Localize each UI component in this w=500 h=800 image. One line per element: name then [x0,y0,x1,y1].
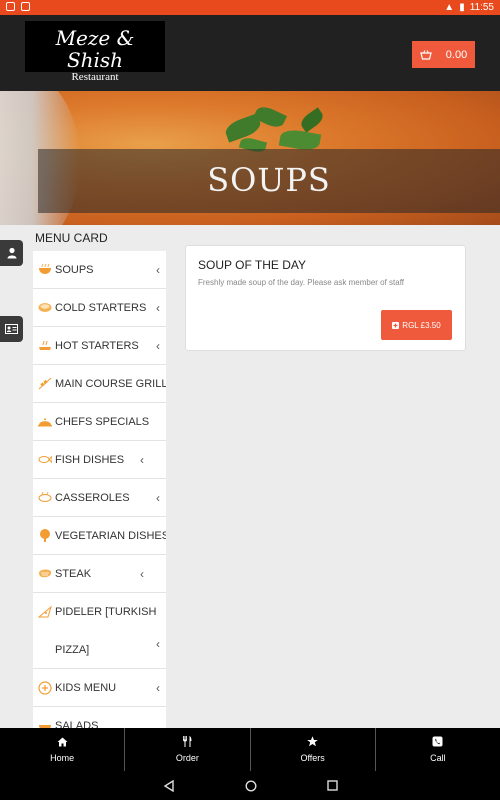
recents-icon[interactable] [326,780,338,791]
nav-home[interactable]: Home [0,728,126,771]
menu-item-label: FISH DISHES [55,453,125,466]
menu-item-main-course-grill[interactable]: MAIN COURSE GRILL [33,365,166,403]
signal-icon: ▲ [444,2,455,13]
salad-icon [37,719,52,728]
chevron-left-icon: ‹ [140,566,144,581]
steak-icon [37,567,52,580]
user-icon [7,247,16,259]
menu-category-list: SOUPS ‹ COLD STARTERS ‹ HOT STARTERS ‹ M… [33,251,166,728]
menu-item-label: VEGETARIAN DISHES [55,529,166,542]
home-circle-icon[interactable] [244,779,257,792]
nav-offers-label: Offers [300,753,325,763]
menu-item-chefs-specials[interactable]: CHEFS SPECIALS [33,403,166,441]
menu-item-label: HOT STARTERS [55,339,139,352]
star-icon [307,736,318,747]
nav-offers[interactable]: Offers [251,728,376,771]
chevron-left-icon: ‹ [156,262,160,277]
chevron-left-icon: ‹ [156,680,160,695]
menu-item-salads[interactable]: SALADS [33,707,166,728]
nav-order-label: Order [175,753,199,763]
product-description: Freshly made soup of the day. Please ask… [198,278,405,287]
add-to-order-button[interactable]: RGL £3.50 [381,310,452,340]
chevron-left-icon: ‹ [156,637,160,651]
product-title: SOUP OF THE DAY [198,258,307,272]
back-icon[interactable] [163,779,175,792]
status-time: 11:55 [469,2,494,13]
menu-item-label: STEAK [55,567,92,580]
price-label: RGL £3.50 [402,320,441,330]
menu-item-label: PIDELER [TURKISH PIZZA] [55,606,157,656]
skewer-icon [37,377,52,390]
herb-garnish [298,107,326,133]
menu-item-steak[interactable]: STEAK ‹ [33,555,166,593]
hot-dish-icon [37,339,52,352]
menu-card-title: MENU CARD [35,231,108,245]
bottom-navigation: Home Order Offers Call [0,728,500,771]
menu-item-pideler[interactable]: PIDELER [TURKISH PIZZA] ‹ [33,593,166,669]
nav-call-label: Call [430,753,446,763]
nav-order[interactable]: Order [125,728,251,771]
restaurant-logo[interactable]: Meze & Shish Restaurant [25,21,165,83]
menu-item-vegetarian-dishes[interactable]: VEGETARIAN DISHES [33,517,166,555]
menu-item-cold-starters[interactable]: COLD STARTERS ‹ [33,289,166,327]
bowl-icon [37,263,52,276]
menu-item-label: MAIN COURSE GRILL [55,377,166,390]
menu-item-label: SALADS [55,719,99,729]
plus-square-icon [392,321,400,329]
account-tab[interactable] [0,240,23,266]
plus-circle-icon [37,680,52,695]
status-bar: ▲ ▮ 11:55 [0,0,500,15]
app-header: Meze & Shish Restaurant 0.00 [0,15,500,91]
system-navigation-bar [0,771,500,800]
basket-icon [420,49,432,60]
menu-item-soups[interactable]: SOUPS ‹ [33,251,166,289]
chevron-left-icon: ‹ [156,490,160,505]
product-card: SOUP OF THE DAY Freshly made soup of the… [185,245,466,351]
notification-icon [6,2,15,11]
menu-item-hot-starters[interactable]: HOT STARTERS ‹ [33,327,166,365]
contact-card-icon [5,324,18,334]
nav-call[interactable]: Call [376,728,500,771]
logo-name: Meze & Shish [55,26,135,72]
app-notification-icon [21,2,30,11]
menu-item-label: KIDS MENU [55,681,117,694]
logo-subtitle: Restaurant [71,71,119,83]
phone-icon [432,736,443,747]
fish-icon [37,453,52,466]
menu-item-fish-dishes[interactable]: FISH DISHES ‹ [33,441,166,479]
cloche-icon [37,415,52,428]
menu-item-label: CHEFS SPECIALS [55,415,150,428]
chevron-left-icon: ‹ [156,300,160,315]
menu-item-label: CASSEROLES [55,491,130,504]
category-banner: SOUPS [0,91,500,225]
chevron-left-icon: ‹ [156,338,160,353]
category-title: SOUPS [207,161,331,199]
bowl-icon [37,301,52,314]
cart-total: 0.00 [445,48,468,61]
chevron-left-icon: ‹ [140,452,144,467]
contact-card-tab[interactable] [0,316,23,342]
menu-item-label: COLD STARTERS [55,301,147,314]
broccoli-icon [37,529,52,542]
cart-button[interactable]: 0.00 [412,41,475,68]
cutlery-icon [183,736,192,747]
menu-item-kids-menu[interactable]: KIDS MENU ‹ [33,669,166,707]
menu-item-label: SOUPS [55,263,94,276]
battery-icon: ▮ [459,2,465,13]
menu-item-casseroles[interactable]: CASSEROLES ‹ [33,479,166,517]
nav-home-label: Home [50,752,75,763]
casserole-icon [37,491,52,504]
home-icon [57,737,68,746]
